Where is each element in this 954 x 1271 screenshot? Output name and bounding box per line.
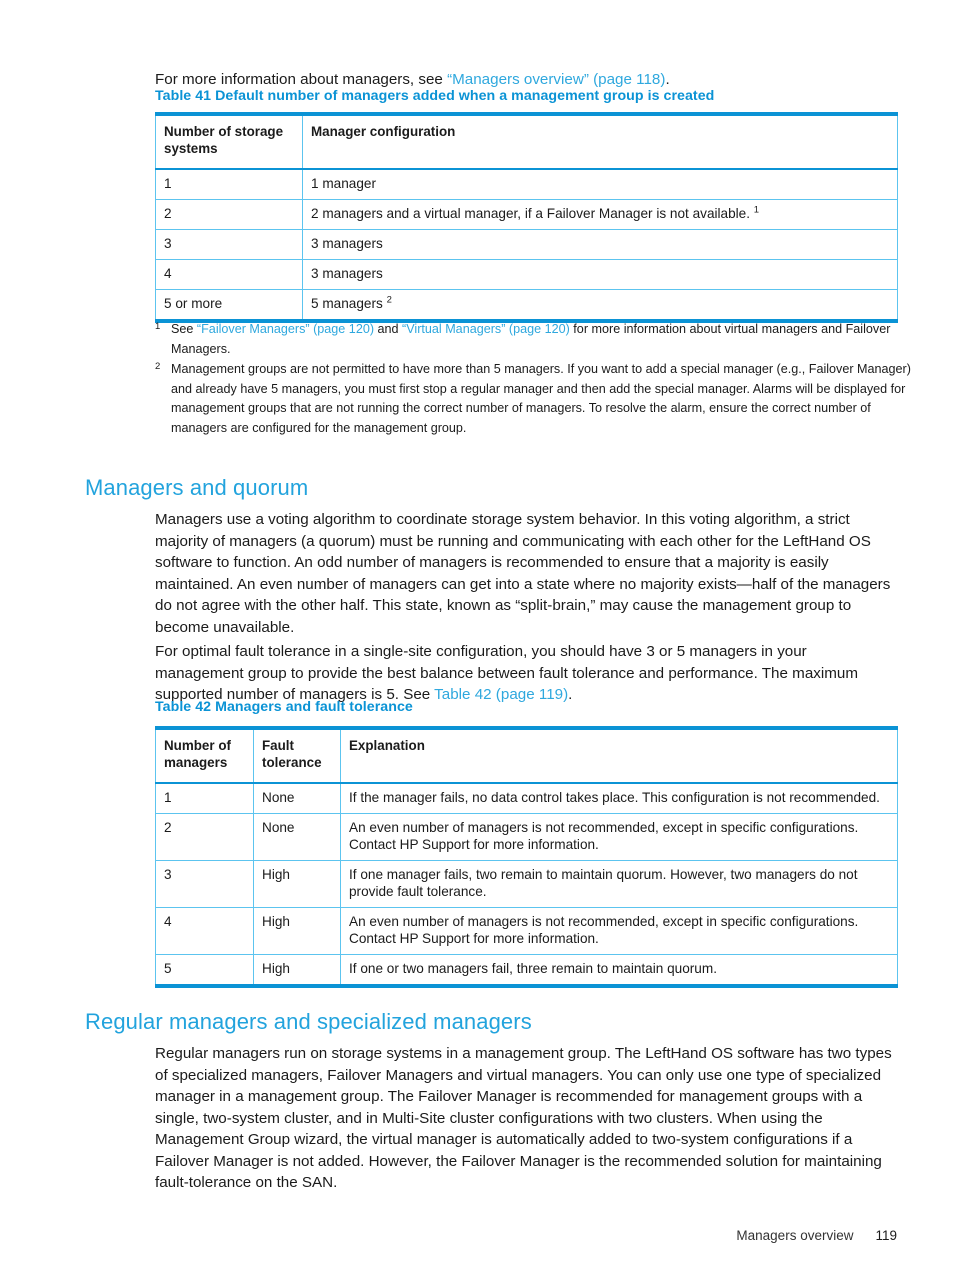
table-41-cell-config: 1 manager — [302, 168, 898, 200]
table-41: Number of storage systems Manager config… — [155, 112, 898, 323]
intro-prefix: For more information about managers, see — [155, 71, 448, 89]
quorum-paragraph-2: For optimal fault tolerance in a single-… — [155, 641, 897, 706]
table-41-cell-systems: 2 — [155, 199, 303, 230]
table-42-cell-tolerance: High — [253, 954, 341, 987]
managers-overview-link[interactable]: “Managers overview” (page 118) — [447, 71, 665, 88]
page-footer: Managers overview 119 — [736, 1228, 897, 1243]
footnote-1: 1 See “Failover Managers” (page 120) and … — [155, 320, 915, 359]
table-42-cell-tolerance: None — [253, 813, 341, 861]
table-42-link[interactable]: Table 42 (page 119) — [434, 686, 568, 703]
quorum-paragraph-1: Managers use a voting algorithm to coord… — [155, 511, 891, 636]
table-42-cell-explanation: If one or two managers fail, three remai… — [340, 954, 898, 987]
virtual-managers-link[interactable]: “Virtual Managers” (page 120) — [402, 322, 570, 336]
table-42-cell-explanation: An even number of managers is not recomm… — [340, 907, 898, 955]
heading-managers-and-quorum: Managers and quorum — [85, 474, 309, 500]
footnote-1-part1: See — [171, 322, 197, 336]
table-42-cell-managers: 3 — [155, 860, 254, 908]
table-42-cell-tolerance: High — [253, 907, 341, 955]
footnote-2: 2 Management groups are not permitted to … — [155, 360, 915, 438]
table-41-cell-config: 3 managers — [302, 259, 898, 290]
table-41-cell-config: 2 managers and a virtual manager, if a F… — [302, 199, 898, 230]
footnote-marker-2: 2 — [386, 294, 392, 306]
table-42-header-row: Number of managers Fault tolerance Expla… — [155, 727, 898, 784]
footnote-2-text: Management groups are not permitted to h… — [171, 362, 911, 435]
table-42-cell-tolerance: High — [253, 860, 341, 908]
table-42-cell-managers: 4 — [155, 907, 254, 955]
table-row: 1 1 manager — [155, 168, 898, 200]
table-row: 2 None An even number of managers is not… — [155, 813, 898, 861]
quorum-para2-suffix: . — [568, 686, 573, 704]
table-row: 4 3 managers — [155, 259, 898, 290]
table-41-col-header-0: Number of storage systems — [155, 113, 303, 170]
table-row: 1 None If the manager fails, no data con… — [155, 782, 898, 814]
footer-chapter: Managers overview — [736, 1228, 854, 1243]
table-42-caption: Table 42 Managers and fault tolerance — [155, 699, 413, 715]
table-42-col-header-2: Explanation — [340, 727, 898, 784]
document-page: For more information about managers, see… — [0, 0, 954, 1271]
footnote-marker-1: 1 — [753, 204, 760, 216]
table-41-col-header-1: Manager configuration — [302, 113, 898, 170]
table-41-footnotes: 1 See “Failover Managers” (page 120) and … — [155, 320, 915, 439]
footnote-2-marker: 2 — [155, 361, 161, 372]
heading-regular-managers: Regular managers and specialized manager… — [85, 1008, 532, 1034]
cell-text: 2 managers and a virtual manager, if a F… — [311, 206, 751, 221]
table-41-cell-systems: 1 — [155, 168, 303, 200]
table-41-cell-config: 3 managers — [302, 229, 898, 260]
table-41-cell-config: 5 managers 2 — [302, 289, 898, 322]
footer-page-number: 119 — [875, 1228, 897, 1243]
intro-suffix: . — [665, 71, 670, 89]
footnote-1-part2: and — [374, 322, 403, 336]
table-row: 2 2 managers and a virtual manager, if a… — [155, 199, 898, 230]
table-row: 5 or more 5 managers 2 — [155, 289, 898, 322]
table-41-cell-systems: 5 or more — [155, 289, 303, 322]
table-row: 3 3 managers — [155, 229, 898, 260]
table-42-cell-explanation: If the manager fails, no data control ta… — [340, 782, 898, 814]
table-row: 5 High If one or two managers fail, thre… — [155, 954, 898, 987]
table-42-cell-managers: 5 — [155, 954, 254, 987]
table-42-cell-explanation: If one manager fails, two remain to main… — [340, 860, 898, 908]
table-42-col-header-0: Number of managers — [155, 727, 254, 784]
table-42-col-header-1: Fault tolerance — [253, 727, 341, 784]
failover-managers-link[interactable]: “Failover Managers” (page 120) — [197, 322, 374, 336]
table-row: 3 High If one manager fails, two remain … — [155, 860, 898, 908]
table-41-header-row: Number of storage systems Manager config… — [155, 113, 898, 170]
table-41-caption: Table 41 Default number of managers adde… — [155, 88, 715, 104]
cell-text: 3 managers — [311, 236, 383, 251]
table-41-cell-systems: 3 — [155, 229, 303, 260]
cell-text: 1 manager — [311, 176, 376, 191]
table-42-cell-explanation: An even number of managers is not recomm… — [340, 813, 898, 861]
footnote-1-marker: 1 — [155, 321, 161, 332]
table-42-cell-managers: 1 — [155, 782, 254, 814]
table-41-cell-systems: 4 — [155, 259, 303, 290]
table-row: 4 High An even number of managers is not… — [155, 907, 898, 955]
table-42-cell-tolerance: None — [253, 782, 341, 814]
table-42: Number of managers Fault tolerance Expla… — [155, 726, 898, 988]
regular-managers-paragraph: Regular managers run on storage systems … — [155, 1045, 892, 1192]
table-42-cell-managers: 2 — [155, 813, 254, 861]
cell-text: 5 managers — [311, 296, 383, 311]
cell-text: 3 managers — [311, 266, 383, 281]
